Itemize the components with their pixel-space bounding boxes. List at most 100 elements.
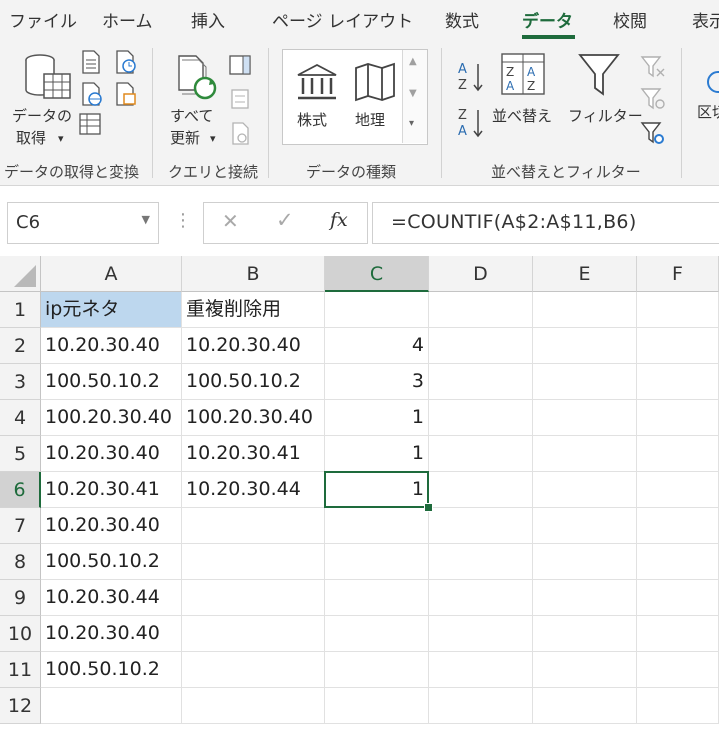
advanced-filter-icon[interactable] — [640, 120, 666, 146]
tab-insert[interactable]: 挿入 — [191, 7, 225, 32]
cell-c7[interactable] — [325, 508, 429, 544]
cell-a2[interactable]: 10.20.30.40 — [41, 328, 182, 364]
from-text-icon[interactable] — [80, 50, 102, 74]
cell-b6[interactable]: 10.20.30.44 — [182, 472, 325, 508]
cell-f10[interactable] — [637, 616, 719, 652]
cell-b12[interactable] — [182, 688, 325, 724]
cell-c6[interactable]: 1 — [325, 472, 429, 508]
cell-c5[interactable]: 1 — [325, 436, 429, 472]
column-header-f[interactable]: F — [637, 256, 719, 292]
column-header-c[interactable]: C — [325, 256, 429, 292]
cell-c9[interactable] — [325, 580, 429, 616]
tab-data[interactable]: データ — [522, 7, 573, 32]
cell-b3[interactable]: 100.50.10.2 — [182, 364, 325, 400]
cell-d9[interactable] — [429, 580, 533, 616]
cell-e7[interactable] — [533, 508, 637, 544]
row-header-5[interactable]: 5 — [0, 436, 41, 472]
chevron-down-icon[interactable]: ▼ — [142, 213, 150, 226]
cell-f1[interactable] — [637, 292, 719, 328]
cell-d11[interactable] — [429, 652, 533, 688]
cell-d8[interactable] — [429, 544, 533, 580]
geography-button[interactable]: 地理 — [347, 58, 403, 138]
row-header-8[interactable]: 8 — [0, 544, 41, 580]
row-header-11[interactable]: 11 — [0, 652, 41, 688]
cell-f11[interactable] — [637, 652, 719, 688]
cell-d12[interactable] — [429, 688, 533, 724]
cell-f8[interactable] — [637, 544, 719, 580]
cell-c12[interactable] — [325, 688, 429, 724]
cell-c3[interactable]: 3 — [325, 364, 429, 400]
column-header-a[interactable]: A — [41, 256, 182, 292]
row-header-3[interactable]: 3 — [0, 364, 41, 400]
cell-e8[interactable] — [533, 544, 637, 580]
text-to-columns-icon[interactable] — [704, 62, 719, 102]
cell-b8[interactable] — [182, 544, 325, 580]
sort-ascending-icon[interactable]: A Z — [456, 60, 486, 94]
cell-d5[interactable] — [429, 436, 533, 472]
insert-function-icon[interactable]: fx — [330, 209, 348, 231]
cell-c10[interactable] — [325, 616, 429, 652]
existing-connections-icon[interactable] — [114, 82, 138, 106]
cell-c2[interactable]: 4 — [325, 328, 429, 364]
row-header-6[interactable]: 6 — [0, 472, 41, 508]
cell-c1[interactable] — [325, 292, 429, 328]
fill-handle[interactable] — [424, 503, 433, 512]
cell-e9[interactable] — [533, 580, 637, 616]
scroll-down-icon[interactable]: ▼ — [409, 88, 417, 99]
row-header-2[interactable]: 2 — [0, 328, 41, 364]
cell-f5[interactable] — [637, 436, 719, 472]
row-header-10[interactable]: 10 — [0, 616, 41, 652]
select-all-corner[interactable] — [0, 256, 41, 292]
cell-f9[interactable] — [637, 580, 719, 616]
recent-sources-icon[interactable] — [114, 50, 138, 74]
cell-d3[interactable] — [429, 364, 533, 400]
cell-b5[interactable]: 10.20.30.41 — [182, 436, 325, 472]
cell-a8[interactable]: 100.50.10.2 — [41, 544, 182, 580]
cell-e3[interactable] — [533, 364, 637, 400]
name-box[interactable]: C6 ▼ — [7, 202, 159, 244]
properties-icon[interactable] — [230, 88, 250, 110]
refresh-all-button[interactable]: すべて 更新 ▾ — [160, 46, 226, 151]
scroll-up-icon[interactable]: ▲ — [409, 56, 417, 67]
cell-a3[interactable]: 100.50.10.2 — [41, 364, 182, 400]
cell-f7[interactable] — [637, 508, 719, 544]
cell-c11[interactable] — [325, 652, 429, 688]
from-web-icon[interactable] — [80, 82, 104, 106]
cell-d7[interactable] — [429, 508, 533, 544]
text-to-columns-label[interactable]: 区切 — [697, 102, 719, 122]
cell-e5[interactable] — [533, 436, 637, 472]
queries-connections-icon[interactable] — [228, 54, 252, 76]
cell-d1[interactable] — [429, 292, 533, 328]
row-header-12[interactable]: 12 — [0, 688, 41, 724]
cell-d4[interactable] — [429, 400, 533, 436]
sort-button[interactable]: Z A A Z 並べ替え — [490, 48, 560, 128]
tab-view[interactable]: 表示 — [692, 7, 719, 32]
tab-formulas[interactable]: 数式 — [445, 7, 479, 32]
column-header-e[interactable]: E — [533, 256, 637, 292]
tab-page-layout[interactable]: ページ レイアウト — [272, 7, 413, 32]
tab-home[interactable]: ホーム — [102, 7, 153, 32]
cell-a6[interactable]: 10.20.30.41 — [41, 472, 182, 508]
cell-a5[interactable]: 10.20.30.40 — [41, 436, 182, 472]
reapply-filter-icon[interactable] — [640, 86, 666, 112]
cell-a9[interactable]: 10.20.30.44 — [41, 580, 182, 616]
cell-e6[interactable] — [533, 472, 637, 508]
cell-d10[interactable] — [429, 616, 533, 652]
cell-f2[interactable] — [637, 328, 719, 364]
row-header-7[interactable]: 7 — [0, 508, 41, 544]
column-header-d[interactable]: D — [429, 256, 533, 292]
row-header-9[interactable]: 9 — [0, 580, 41, 616]
cell-d6[interactable] — [429, 472, 533, 508]
cell-b1[interactable]: 重複削除用 — [182, 292, 325, 328]
cell-a12[interactable] — [41, 688, 182, 724]
from-table-icon[interactable] — [78, 112, 102, 136]
cell-c8[interactable] — [325, 544, 429, 580]
cancel-icon[interactable]: ✕ — [222, 209, 239, 233]
formula-input[interactable]: =COUNTIF(A$2:A$11,B6) — [372, 202, 719, 244]
enter-icon[interactable]: ✓ — [276, 208, 294, 232]
sort-descending-icon[interactable]: Z A — [456, 106, 486, 140]
data-types-scrollbar[interactable]: ▲ ▼ ▾ — [402, 50, 427, 143]
tab-review[interactable]: 校閲 — [613, 7, 647, 32]
filter-button[interactable]: フィルター — [566, 48, 643, 128]
cell-c4[interactable]: 1 — [325, 400, 429, 436]
